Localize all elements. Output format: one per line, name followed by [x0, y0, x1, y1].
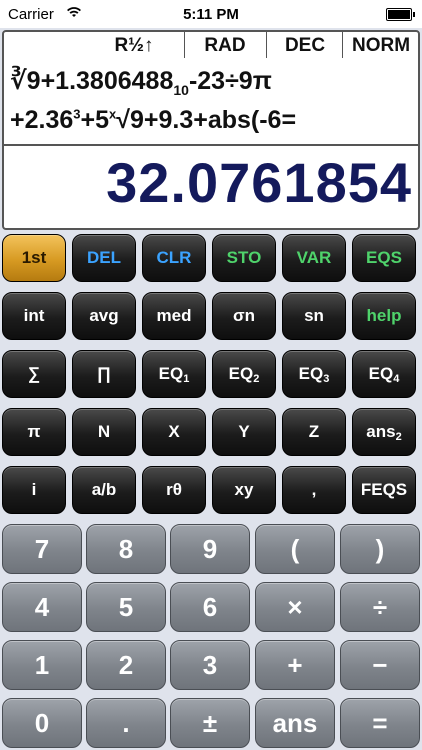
status-bar: Carrier 5:11 PM [0, 0, 422, 28]
key-help[interactable]: help [352, 292, 416, 340]
key-3[interactable]: 3 [170, 640, 250, 690]
status-time: 5:11 PM [183, 6, 239, 23]
key-multiply[interactable]: × [255, 582, 335, 632]
key-z[interactable]: Z [282, 408, 346, 456]
key-8[interactable]: 8 [86, 524, 166, 574]
key-0[interactable]: 0 [2, 698, 82, 748]
key-sn[interactable]: sn [282, 292, 346, 340]
key-i[interactable]: i [2, 466, 66, 514]
key-eq4[interactable]: EQ 4 [352, 350, 416, 398]
key-close-paren[interactable]: ) [340, 524, 420, 574]
key-9[interactable]: 9 [170, 524, 250, 574]
key-avg[interactable]: avg [72, 292, 136, 340]
key-6[interactable]: 6 [170, 582, 250, 632]
key-decimal[interactable]: . [86, 698, 166, 748]
key-eqs[interactable]: EQS [352, 234, 416, 282]
key-equals[interactable]: = [340, 698, 420, 748]
key-x[interactable]: X [142, 408, 206, 456]
key-clr[interactable]: CLR [142, 234, 206, 282]
key-1st[interactable]: 1st [2, 234, 66, 282]
key-plus[interactable]: + [255, 640, 335, 690]
mode-shift[interactable]: R½↑ [94, 32, 174, 58]
battery-icon [386, 8, 415, 21]
key-plus-minus[interactable]: ± [170, 698, 250, 748]
key-sigma-n[interactable]: σn [212, 292, 276, 340]
mode-bar: R½↑ RAD DEC NORM [4, 32, 418, 58]
key-open-paren[interactable]: ( [255, 524, 335, 574]
key-n[interactable]: N [72, 408, 136, 456]
key-feqs[interactable]: FEQS [352, 466, 416, 514]
key-polar[interactable]: rθ [142, 466, 206, 514]
key-xy[interactable]: xy [212, 466, 276, 514]
key-comma[interactable]: , [282, 466, 346, 514]
key-sum[interactable]: ∑ [2, 350, 66, 398]
key-product[interactable]: ∏ [72, 350, 136, 398]
expression-line-2: +2.363+5x√9+9.3+abs(-6= [10, 106, 297, 134]
key-2[interactable]: 2 [86, 640, 166, 690]
key-int[interactable]: int [2, 292, 66, 340]
key-4[interactable]: 4 [2, 582, 82, 632]
expression-line-1: ∛9+1.380648810-23÷9π [10, 67, 272, 98]
key-sto[interactable]: STO [212, 234, 276, 282]
mode-angle[interactable]: RAD [184, 32, 265, 58]
key-eq1[interactable]: EQ 1 [142, 350, 206, 398]
key-7[interactable]: 7 [2, 524, 82, 574]
mode-base[interactable]: DEC [266, 32, 343, 58]
key-y[interactable]: Y [212, 408, 276, 456]
result-value: 32.0761854 [106, 151, 412, 214]
key-eq2[interactable]: EQ 2 [212, 350, 276, 398]
key-5[interactable]: 5 [86, 582, 166, 632]
key-del[interactable]: DEL [72, 234, 136, 282]
display-divider [4, 144, 418, 146]
key-fraction[interactable]: a/b [72, 466, 136, 514]
key-pi[interactable]: π [2, 408, 66, 456]
key-1[interactable]: 1 [2, 640, 82, 690]
mode-format[interactable]: NORM [342, 32, 419, 58]
key-minus[interactable]: − [340, 640, 420, 690]
key-eq3[interactable]: EQ 3 [282, 350, 346, 398]
key-ans[interactable]: ans [255, 698, 335, 748]
key-var[interactable]: VAR [282, 234, 346, 282]
key-med[interactable]: med [142, 292, 206, 340]
calculator-display: R½↑ RAD DEC NORM ∛9+1.380648810-23÷9π +2… [2, 30, 420, 230]
key-ans2[interactable]: ans 2 [352, 408, 416, 456]
key-divide[interactable]: ÷ [340, 582, 420, 632]
